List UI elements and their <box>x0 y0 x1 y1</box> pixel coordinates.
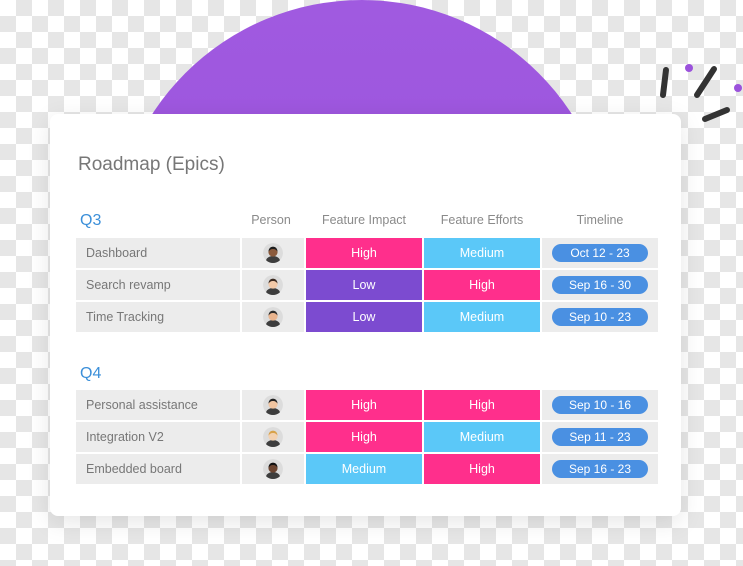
person-avatar-icon <box>263 243 283 263</box>
timeline-cell: Sep 10 - 16 <box>542 390 658 420</box>
person-cell[interactable] <box>242 422 304 452</box>
table-row[interactable]: Dashboard High Medium Oct 12 - 23 <box>76 238 658 268</box>
timeline-pill[interactable]: Oct 12 - 23 <box>552 244 648 262</box>
epic-name: Integration V2 <box>76 422 240 452</box>
timeline-pill[interactable]: Sep 16 - 23 <box>552 460 648 478</box>
page-title: Roadmap (Epics) <box>78 154 225 175</box>
feature-efforts-status[interactable]: Medium <box>424 422 540 452</box>
person-cell[interactable] <box>242 238 304 268</box>
timeline-cell: Oct 12 - 23 <box>542 238 658 268</box>
feature-efforts-status[interactable]: High <box>424 390 540 420</box>
table-row[interactable]: Search revamp Low High Sep 16 - 30 <box>76 270 658 300</box>
column-header-person: Person <box>251 213 291 227</box>
person-avatar-icon <box>263 307 283 327</box>
epic-name: Personal assistance <box>76 390 240 420</box>
epic-name: Search revamp <box>76 270 240 300</box>
timeline-cell: Sep 11 - 23 <box>542 422 658 452</box>
table-row[interactable]: Embedded board Medium High Sep 16 - 23 <box>76 454 658 484</box>
group-label-q4: Q4 <box>80 365 102 382</box>
person-cell[interactable] <box>242 454 304 484</box>
column-header-impact: Feature Impact <box>321 213 407 227</box>
feature-impact-status[interactable]: Low <box>306 302 422 332</box>
person-cell[interactable] <box>242 270 304 300</box>
feature-efforts-status[interactable]: High <box>424 270 540 300</box>
table-row[interactable]: Personal assistance High High Sep 10 - 16 <box>76 390 658 420</box>
feature-impact-status[interactable]: High <box>306 422 422 452</box>
epic-name: Dashboard <box>76 238 240 268</box>
feature-impact-status[interactable]: Medium <box>306 454 422 484</box>
feature-efforts-status[interactable]: Medium <box>424 238 540 268</box>
feature-impact-status[interactable]: High <box>306 238 422 268</box>
feature-efforts-status[interactable]: Medium <box>424 302 540 332</box>
feature-impact-status[interactable]: High <box>306 390 422 420</box>
person-avatar-icon <box>263 275 283 295</box>
epic-name: Embedded board <box>76 454 240 484</box>
timeline-cell: Sep 10 - 23 <box>542 302 658 332</box>
person-avatar-icon <box>263 427 283 447</box>
timeline-cell: Sep 16 - 23 <box>542 454 658 484</box>
person-avatar-icon <box>263 395 283 415</box>
feature-efforts-status[interactable]: High <box>424 454 540 484</box>
timeline-pill[interactable]: Sep 11 - 23 <box>552 428 648 446</box>
epic-name: Time Tracking <box>76 302 240 332</box>
person-cell[interactable] <box>242 390 304 420</box>
timeline-pill[interactable]: Sep 16 - 30 <box>552 276 648 294</box>
column-header-efforts: Feature Efforts <box>440 213 524 227</box>
table-row[interactable]: Time Tracking Low Medium Sep 10 - 23 <box>76 302 658 332</box>
timeline-cell: Sep 16 - 30 <box>542 270 658 300</box>
group-label-q3: Q3 <box>80 212 102 229</box>
timeline-pill[interactable]: Sep 10 - 16 <box>552 396 648 414</box>
person-cell[interactable] <box>242 302 304 332</box>
feature-impact-status[interactable]: Low <box>306 270 422 300</box>
timeline-pill[interactable]: Sep 10 - 23 <box>552 308 648 326</box>
table-row[interactable]: Integration V2 High Medium Sep 11 - 23 <box>76 422 658 452</box>
roadmap-card: Roadmap (Epics) Person Feature Impact Fe… <box>50 114 681 516</box>
person-avatar-icon <box>263 459 283 479</box>
column-header-timeline: Timeline <box>576 213 624 227</box>
